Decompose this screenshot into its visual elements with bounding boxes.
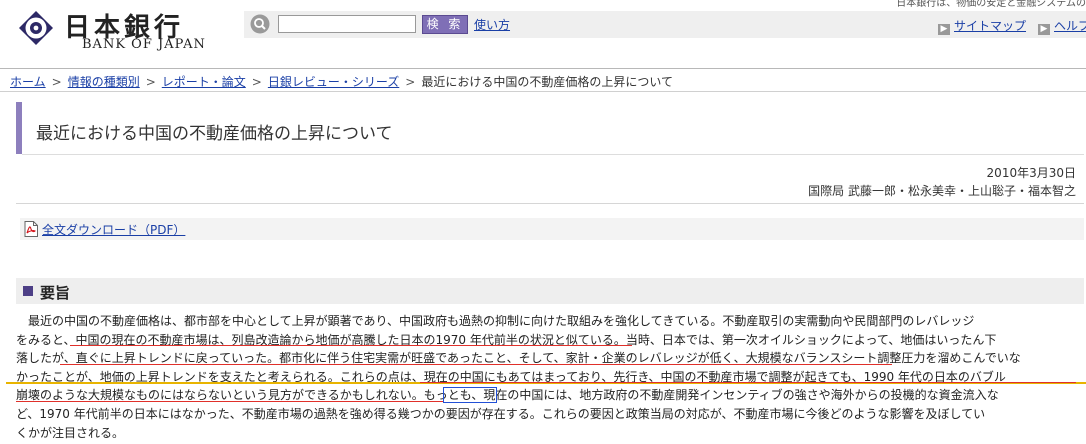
publish-date: 2010年3月30日 — [986, 166, 1076, 180]
search-input[interactable] — [278, 15, 416, 33]
authors: 国際局 武藤一郎・松永美幸・上山聡子・福本智之 — [808, 184, 1076, 198]
pdf-download-link[interactable]: 全文ダウンロード（PDF） — [42, 221, 185, 238]
arrow-right-icon: ▶ — [938, 24, 950, 35]
help-link[interactable]: ▶ ヘルプ — [1038, 17, 1086, 35]
divider — [16, 203, 1084, 204]
breadcrumb-separator: > — [145, 75, 156, 89]
breadcrumb: ホーム > 情報の種類別 > レポート・論文 > 日銀レビュー・シリーズ > 最近における中国の… — [10, 73, 673, 90]
page-title: 最近における中国の不動産価格の上昇について — [36, 124, 393, 144]
summary-heading: 要旨 — [40, 284, 71, 302]
logo-english-text: BANK OF JAPAN — [82, 37, 206, 52]
help-label: ヘルプ — [1054, 19, 1086, 33]
search-bar: 検 索 使い方 ▶ サイトマップ ▶ ヘルプ — [244, 11, 1086, 38]
sitemap-link[interactable]: ▶ サイトマップ — [938, 17, 1026, 35]
summary-line: ど、1970 年代前半の日本にはなかった、不動産市場の過熱を強め得る幾つかの要因… — [16, 406, 986, 421]
breadcrumb-home[interactable]: ホーム — [10, 75, 46, 89]
annotation-box-blue — [443, 387, 497, 403]
top-tagline: 日本銀行は、物価の安定と金融システムの — [896, 0, 1086, 9]
summary-line: 最近の中国の不動産価格は、都市部を中心として上昇が顕著であり、中国政府も過熱の抑… — [28, 314, 975, 328]
breadcrumb-reports[interactable]: レポート・論文 — [162, 75, 246, 89]
summary-text: 最近の中国の不動産価格は、都市部を中心として上昇が顕著であり、中国政府も過熱の抑… — [16, 312, 1084, 442]
breadcrumb-info-type[interactable]: 情報の種類別 — [68, 75, 140, 89]
annotation-underline-red — [70, 345, 632, 346]
bank-logo[interactable]: 日本銀行 BANK OF JAPAN — [18, 8, 218, 56]
pdf-file-icon — [24, 221, 38, 237]
divider — [0, 68, 1086, 69]
arrow-right-icon: ▶ — [1038, 24, 1050, 35]
summary-line: 崩壊のような大規模なものにはならないという見方ができるかもしれない。もっとも、現… — [16, 388, 999, 403]
summary-line: くかが注目される。 — [16, 425, 125, 440]
breadcrumb-review-series[interactable]: 日銀レビュー・シリーズ — [268, 75, 399, 89]
divider — [0, 91, 1086, 92]
summary-heading-bar: 要旨 — [16, 278, 1084, 304]
annotation-underline-red — [60, 364, 892, 365]
page-title-box: 最近における中国の不動産価格の上昇について — [16, 102, 1084, 155]
bank-seal-icon — [19, 11, 53, 45]
breadcrumb-current: 最近における中国の不動産価格の上昇について — [421, 75, 673, 89]
howto-link[interactable]: 使い方 — [474, 16, 510, 33]
search-magnifier-icon — [250, 14, 270, 34]
summary-line: をみると、中国の現在の不動産市場は、列島改造論から地価が高騰した日本の1970 … — [16, 332, 997, 347]
breadcrumb-separator: > — [405, 75, 416, 89]
breadcrumb-separator: > — [51, 75, 62, 89]
annotation-underline-red — [420, 382, 1076, 383]
site-header: 日本銀行 BANK OF JAPAN 日本銀行は、物価の安定と金融システムの 検… — [0, 0, 1086, 62]
heading-bullet — [23, 286, 33, 296]
download-box: 全文ダウンロード（PDF） — [20, 218, 1084, 240]
sitemap-label: サイトマップ — [954, 19, 1027, 33]
search-button[interactable]: 検 索 — [422, 15, 468, 34]
annotation-underline-red — [16, 401, 444, 402]
breadcrumb-separator: > — [251, 75, 262, 89]
